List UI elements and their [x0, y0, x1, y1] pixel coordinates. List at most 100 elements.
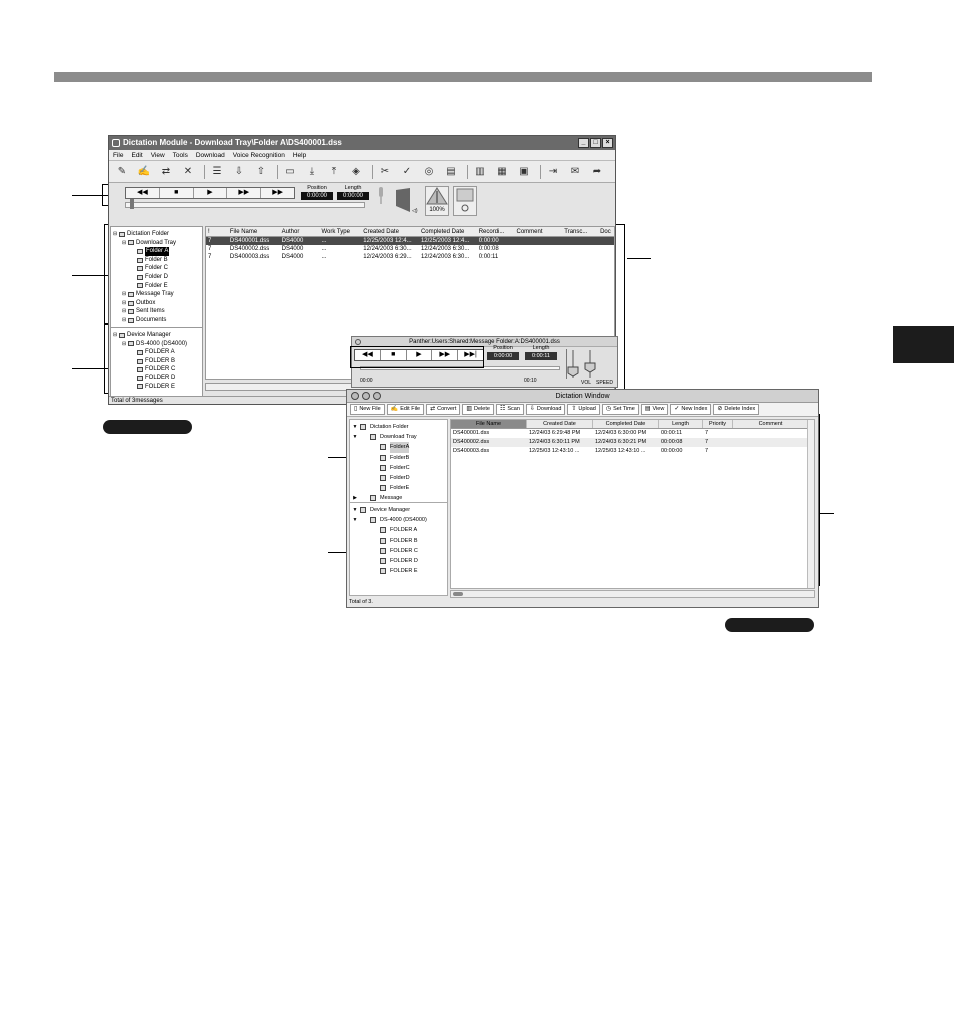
tree-item[interactable]: ⊟ Message Tray — [113, 290, 200, 299]
tree-item[interactable]: FolderE — [350, 483, 447, 493]
playback-slider[interactable] — [125, 199, 365, 209]
new-index-button[interactable]: ✓ New Index — [670, 404, 712, 415]
scissors-icon[interactable]: ✂ — [376, 166, 394, 177]
disclosure-triangle-icon[interactable]: ▼ — [350, 432, 360, 442]
tree-item[interactable]: ▼ Device Manager — [350, 505, 447, 515]
new-file-icon[interactable]: ✎ — [113, 166, 131, 177]
maximize-icon[interactable]: □ — [590, 138, 601, 148]
send-icon[interactable]: ⇥ — [544, 166, 562, 177]
scan-button[interactable]: ☷ Scan — [495, 404, 524, 415]
check-icon[interactable]: ✓ — [398, 166, 416, 177]
tree-item[interactable]: ▼ Download Tray — [350, 432, 447, 442]
column-header[interactable]: Doc — [598, 227, 614, 236]
table-row[interactable]: 7 DS400003.dss DS4000... 12/24/2003 6:29...… — [206, 253, 614, 261]
horizontal-scrollbar[interactable] — [450, 590, 815, 598]
tree-item[interactable]: ⊟ DS-4000 (DS4000) — [113, 340, 200, 349]
tree-item[interactable]: FOLDER D — [350, 556, 447, 566]
column-header[interactable]: Transc... — [562, 227, 598, 236]
tree-item[interactable]: FOLDER E — [350, 566, 447, 576]
column-header[interactable]: Comment — [515, 227, 563, 236]
tree-item[interactable]: FOLDER B — [113, 357, 200, 366]
table-row[interactable]: DS400001.dss 12/24/03 6:29:48 PM 12/24/03 … — [451, 429, 814, 438]
column-header[interactable]: ! — [206, 227, 228, 236]
verify-icon[interactable]: ◎ — [420, 166, 438, 177]
open-folder-icon[interactable]: ▭ — [281, 166, 299, 177]
scroll-thumb[interactable] — [453, 592, 463, 596]
close-icon[interactable] — [355, 339, 361, 345]
skip-end-button[interactable]: ▶▶ — [261, 188, 294, 198]
index-icon[interactable]: ▦ — [493, 166, 511, 177]
column-header[interactable]: Comment — [733, 420, 809, 428]
set-time-button[interactable]: ◷ Set Time — [601, 404, 639, 415]
tree-item[interactable]: Folder D — [113, 273, 200, 282]
menu-tools[interactable]: Tools — [173, 150, 188, 160]
tree-item[interactable]: ⊟ Documents — [113, 316, 200, 325]
play-button[interactable]: ▶ — [194, 188, 228, 198]
fast-forward-button[interactable]: ▶▶ — [227, 188, 262, 198]
slider-knob[interactable] — [130, 199, 134, 209]
stop-button[interactable]: ■ — [160, 188, 194, 198]
table-row[interactable]: DS400003.dss 12/25/03 12:43:10 ... 12/25/0… — [451, 447, 814, 456]
new-file-button[interactable]: ▯ New File — [350, 404, 385, 415]
rewind-button[interactable]: ◀◀ — [126, 188, 160, 198]
delete-index-button[interactable]: ⊘ Delete Index — [713, 404, 760, 415]
level-icon[interactable]: ▥ — [471, 166, 489, 177]
mail-icon[interactable]: ✉ — [566, 166, 584, 177]
column-header[interactable]: Completed Date — [419, 227, 477, 236]
download-icon[interactable]: ⇩ — [230, 166, 248, 177]
column-header[interactable]: Priority — [703, 420, 733, 428]
menu-help[interactable]: Help — [293, 150, 306, 160]
minimize-icon[interactable]: _ — [578, 138, 589, 148]
tree-item[interactable]: FolderA — [350, 442, 447, 453]
zoom-icon[interactable] — [373, 392, 381, 400]
tree-item[interactable]: Folder B — [113, 256, 200, 265]
column-header[interactable]: Recordi... — [477, 227, 515, 236]
disclosure-triangle-icon[interactable]: ▼ — [350, 422, 360, 432]
tag-icon[interactable]: ◈ — [347, 166, 365, 177]
column-header[interactable]: Length — [659, 420, 703, 428]
table-row[interactable]: DS400002.dss 12/24/03 6:30:11 PM 12/24/03 … — [451, 438, 814, 447]
table-row[interactable]: 7 DS400002.dss DS4000... 12/24/2003 6:30...… — [206, 245, 614, 253]
tree-item[interactable]: FOLDER A — [350, 525, 447, 535]
window-icon[interactable]: ▣ — [515, 166, 533, 177]
delete-button[interactable]: ▥ Delete — [462, 404, 494, 415]
menu-download[interactable]: Download — [196, 150, 225, 160]
view-button[interactable]: ▤ View — [640, 404, 669, 415]
tree-item[interactable]: FOLDER B — [350, 536, 447, 546]
forward-icon[interactable]: ➦ — [588, 166, 606, 177]
speed-gadget[interactable]: 100% — [425, 186, 449, 216]
disclosure-triangle-icon[interactable]: ▼ — [350, 515, 360, 525]
tree-item[interactable]: FOLDER A — [113, 348, 200, 357]
disclosure-triangle-icon[interactable]: ▼ — [350, 505, 360, 515]
tree-item[interactable]: Folder E — [113, 282, 200, 291]
menu-voice-recognition[interactable]: Voice Recognition — [233, 150, 285, 160]
edit-file-button[interactable]: ✍ Edit File — [386, 404, 425, 415]
vertical-scrollbar[interactable] — [807, 420, 814, 588]
menu-edit[interactable]: Edit — [131, 150, 142, 160]
export-icon[interactable]: ⤒ — [325, 166, 343, 177]
tree-item[interactable]: FOLDER C — [350, 546, 447, 556]
menu-file[interactable]: File — [113, 150, 123, 160]
tree-item[interactable]: ⊟ Outbox — [113, 299, 200, 308]
edit-file-icon[interactable]: ✍ — [135, 166, 153, 177]
convert-button[interactable]: ⇄ Convert — [426, 404, 461, 415]
upload-button[interactable]: ⇧ Upload — [567, 404, 600, 415]
column-header[interactable]: Author — [280, 227, 320, 236]
vol-slider[interactable] — [566, 349, 580, 379]
table-row[interactable]: 7 DS400001.dss DS4000... 12/25/2003 12:4...… — [206, 237, 614, 245]
tree-item[interactable]: FOLDER C — [113, 365, 200, 374]
column-header[interactable]: Work Type — [319, 227, 361, 236]
book-icon[interactable]: ▤ — [442, 166, 460, 177]
tree-item[interactable]: ⊟ Device Manager — [113, 331, 200, 340]
upload-icon[interactable]: ⇧ — [252, 166, 270, 177]
tree-item[interactable]: FOLDER E — [113, 383, 200, 392]
tree-item[interactable]: ⊟ Download Tray — [113, 239, 200, 248]
column-header[interactable]: Completed Date — [593, 420, 659, 428]
tree-item[interactable]: ⊟ Dictation Folder — [113, 230, 200, 239]
tree-item[interactable]: FolderC — [350, 463, 447, 473]
volume-gadget[interactable]: ◁) — [394, 186, 422, 214]
tree-item[interactable]: ▼ DS-4000 (DS4000) — [350, 515, 447, 525]
import-icon[interactable]: ⤓ — [303, 166, 321, 177]
tree-item[interactable]: FOLDER D — [113, 374, 200, 383]
minimize-icon[interactable] — [362, 392, 370, 400]
